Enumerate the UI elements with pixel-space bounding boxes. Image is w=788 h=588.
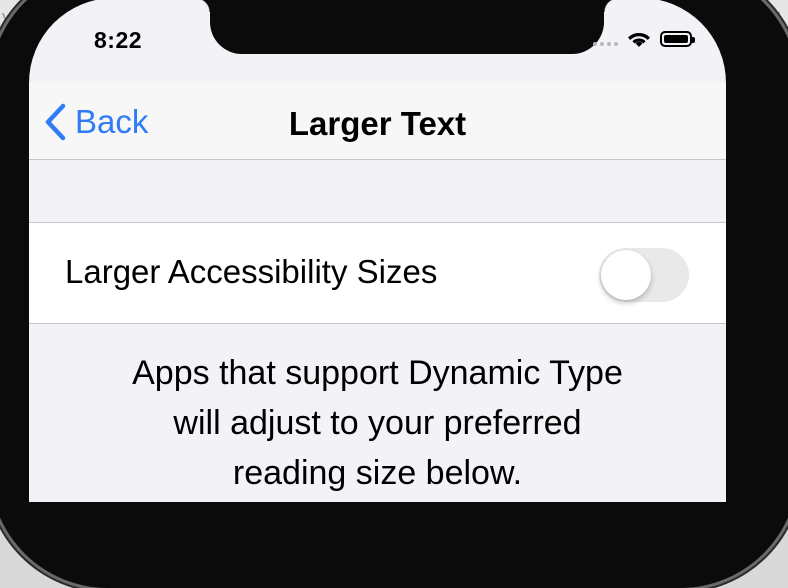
description-line: will adjust to your preferred — [173, 404, 582, 442]
description-line: Apps that support Dynamic Type — [132, 354, 623, 392]
status-time: 8:22 — [94, 27, 143, 53]
toggle-knob — [601, 250, 651, 300]
status-icons — [593, 27, 695, 51]
setting-label: Larger Accessibility Sizes — [65, 253, 438, 290]
iphone-frame: 8:22 Back Larger Text Larger Accessibili… — [0, 0, 788, 588]
battery-icon — [660, 31, 695, 47]
description-line: reading size below. — [232, 454, 523, 492]
setting-row-larger-accessibility-sizes: Larger Accessibility Sizes — [29, 222, 726, 324]
navigation-bar: Back Larger Text — [29, 83, 726, 160]
signal-dots-icon — [593, 32, 618, 46]
notch — [196, 0, 618, 54]
page-title: Larger Text — [288, 105, 467, 142]
description-text: Apps that support Dynamic Type will adju… — [29, 348, 726, 498]
larger-accessibility-sizes-toggle[interactable] — [599, 248, 689, 302]
screen: 8:22 Back Larger Text Larger Accessibili… — [29, 0, 726, 502]
wifi-icon — [628, 32, 650, 47]
